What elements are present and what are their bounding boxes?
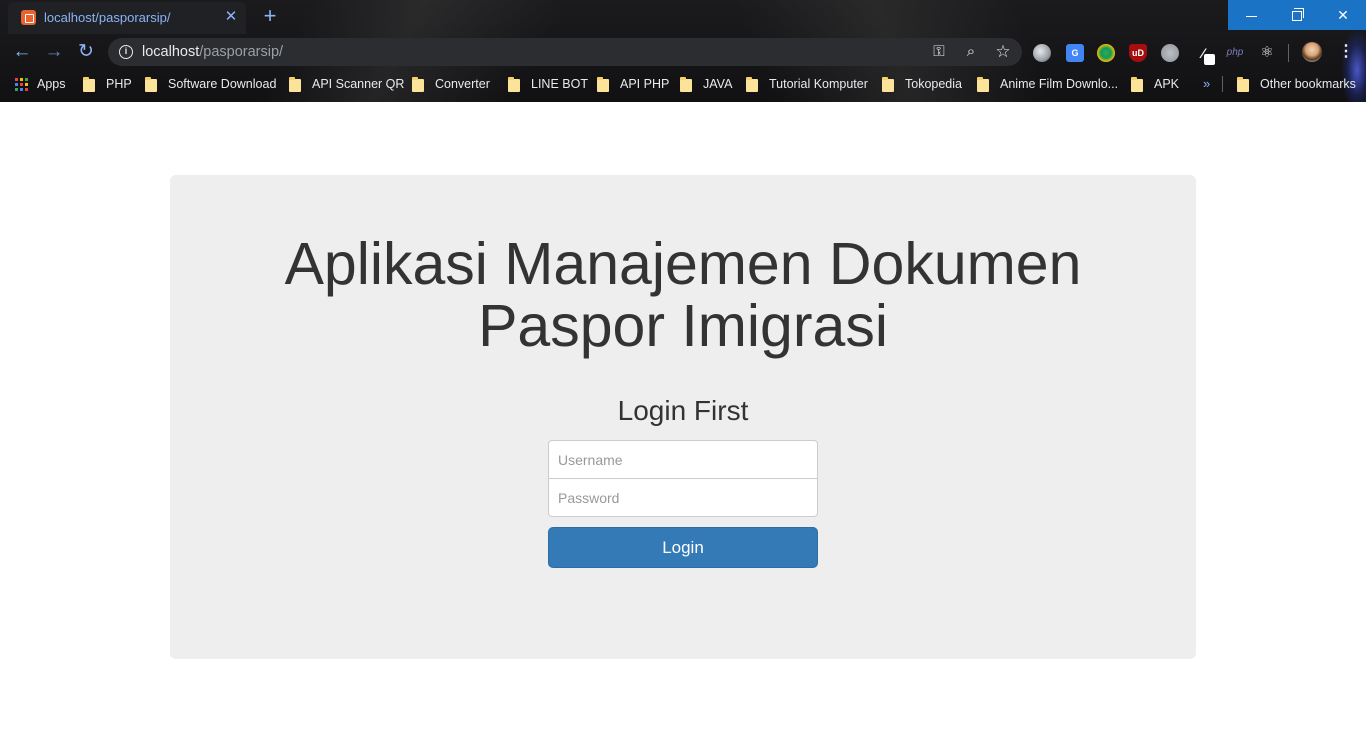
login-heading: Login First (617, 395, 749, 426)
window-minimize-button[interactable] (1228, 0, 1274, 30)
folder-icon (1237, 76, 1249, 92)
profile-avatar[interactable] (1302, 42, 1322, 62)
password-key-icon[interactable]: ⚿ (930, 43, 948, 61)
apps-grid-icon (15, 77, 28, 91)
translate-extension-icon[interactable]: G (1066, 44, 1084, 62)
eyedropper-extension-icon[interactable]: ⁄ (1194, 44, 1215, 65)
window-close-button[interactable]: ✕ (1320, 0, 1366, 30)
bookmark-label: Other bookmarks (1260, 77, 1356, 91)
address-url[interactable]: localhost/pasporarsip/ (142, 44, 283, 60)
bookmark-label: Tutorial Komputer (769, 77, 868, 91)
bookmark-folder[interactable]: Anime Film Downlo... (977, 74, 1118, 94)
react-devtools-extension-icon[interactable]: ⚛ (1258, 44, 1276, 62)
password-input[interactable] (548, 478, 818, 517)
site-info-icon[interactable]: i (119, 45, 133, 59)
zoom-icon[interactable]: ⌕ (962, 43, 980, 61)
folder-icon (412, 76, 424, 92)
bookmark-folder[interactable]: Software Download (145, 74, 276, 94)
folder-icon (145, 76, 157, 92)
browser-chrome: localhost/pasporarsip/ ✕ + ✕ ← → ↻ i loc… (0, 0, 1366, 102)
window-restore-button[interactable] (1274, 0, 1320, 30)
folder-icon (977, 76, 989, 92)
bookmark-label: PHP (106, 77, 132, 91)
bookmarks-divider (1222, 76, 1223, 92)
address-bar[interactable]: i localhost/pasporarsip/ ⚿ ⌕ ☆ (108, 38, 1022, 66)
browser-tab[interactable]: localhost/pasporarsip/ ✕ (8, 2, 246, 34)
bookmark-label: API PHP (620, 77, 670, 91)
bookmark-folder[interactable]: API PHP (597, 74, 669, 94)
bookmark-label: JAVA (703, 77, 733, 91)
bookmark-label: Converter (435, 77, 490, 91)
bookmark-star-icon[interactable]: ☆ (994, 43, 1012, 61)
folder-icon (1131, 76, 1143, 92)
reload-icon[interactable]: ↻ (74, 40, 98, 64)
vpn-globe-extension-icon[interactable] (1161, 44, 1179, 62)
bookmark-folder[interactable]: JAVA (680, 74, 732, 94)
forward-arrow-icon[interactable]: → (42, 40, 66, 64)
login-panel: Aplikasi Manajemen Dokumen Paspor Imigra… (170, 175, 1196, 659)
folder-icon (83, 76, 95, 92)
folder-icon (289, 76, 301, 92)
bookmark-folder[interactable]: Tutorial Komputer (746, 74, 868, 94)
toolbar-divider (1288, 44, 1289, 62)
bookmark-folder[interactable]: Converter (412, 74, 490, 94)
bookmark-label: APK (1154, 77, 1180, 91)
restore-icon (1292, 8, 1304, 22)
login-button[interactable]: Login (548, 527, 818, 568)
bookmark-folder[interactable]: LINE BOT (508, 74, 588, 94)
page-title: Aplikasi Manajemen Dokumen Paspor Imigra… (170, 233, 1196, 357)
bookmark-label: LINE BOT (531, 77, 588, 91)
page-title-line-1: Aplikasi Manajemen Dokumen (284, 231, 1082, 297)
bookmark-label: Anime Film Downlo... (1000, 77, 1119, 91)
browser-menu-icon[interactable]: ⋮ (1336, 42, 1356, 62)
back-arrow-icon[interactable]: ← (10, 40, 34, 64)
folder-icon (508, 76, 520, 92)
ublock-extension-icon[interactable]: uD (1129, 44, 1147, 62)
username-input[interactable] (548, 440, 818, 479)
url-host: localhost (142, 44, 200, 60)
page-title-line-2: Paspor Imigrasi (478, 293, 888, 359)
bookmark-label: API Scanner QR (312, 77, 405, 91)
bookmark-folder[interactable]: Tokopedia (882, 74, 962, 94)
bookmarks-overflow-chevron-icon[interactable]: » (1203, 74, 1210, 94)
bookmarks-bar: Apps PHP Software Download API Scanner Q… (0, 70, 1366, 98)
bookmark-other-folder[interactable]: Other bookmarks (1237, 74, 1356, 94)
bookmark-label: Tokopedia (905, 77, 962, 91)
folder-icon (882, 76, 894, 92)
bookmark-apps[interactable]: Apps (15, 74, 66, 94)
new-tab-button[interactable]: + (258, 5, 282, 29)
minimize-icon (1245, 15, 1257, 17)
tab-title: localhost/pasporarsip/ (44, 10, 171, 25)
tab-close-icon[interactable]: ✕ (222, 8, 240, 26)
download-manager-extension-icon[interactable] (1097, 44, 1115, 62)
bookmark-folder[interactable]: API Scanner QR (289, 74, 404, 94)
xampp-favicon-icon (21, 10, 36, 25)
bookmark-folder[interactable]: APK (1131, 74, 1179, 94)
folder-icon (746, 76, 758, 92)
browser-toolbar: ← → ↻ i localhost/pasporarsip/ ⚿ ⌕ ☆ G u… (0, 34, 1366, 70)
folder-icon (680, 76, 692, 92)
globe-extension-icon[interactable] (1033, 44, 1051, 62)
php-extension-icon[interactable]: php (1224, 44, 1246, 62)
bookmark-folder[interactable]: PHP (83, 74, 132, 94)
folder-icon (597, 76, 609, 92)
url-path: /pasporarsip/ (199, 44, 284, 60)
bookmark-label: Apps (37, 77, 66, 91)
bookmark-label: Software Download (168, 77, 277, 91)
